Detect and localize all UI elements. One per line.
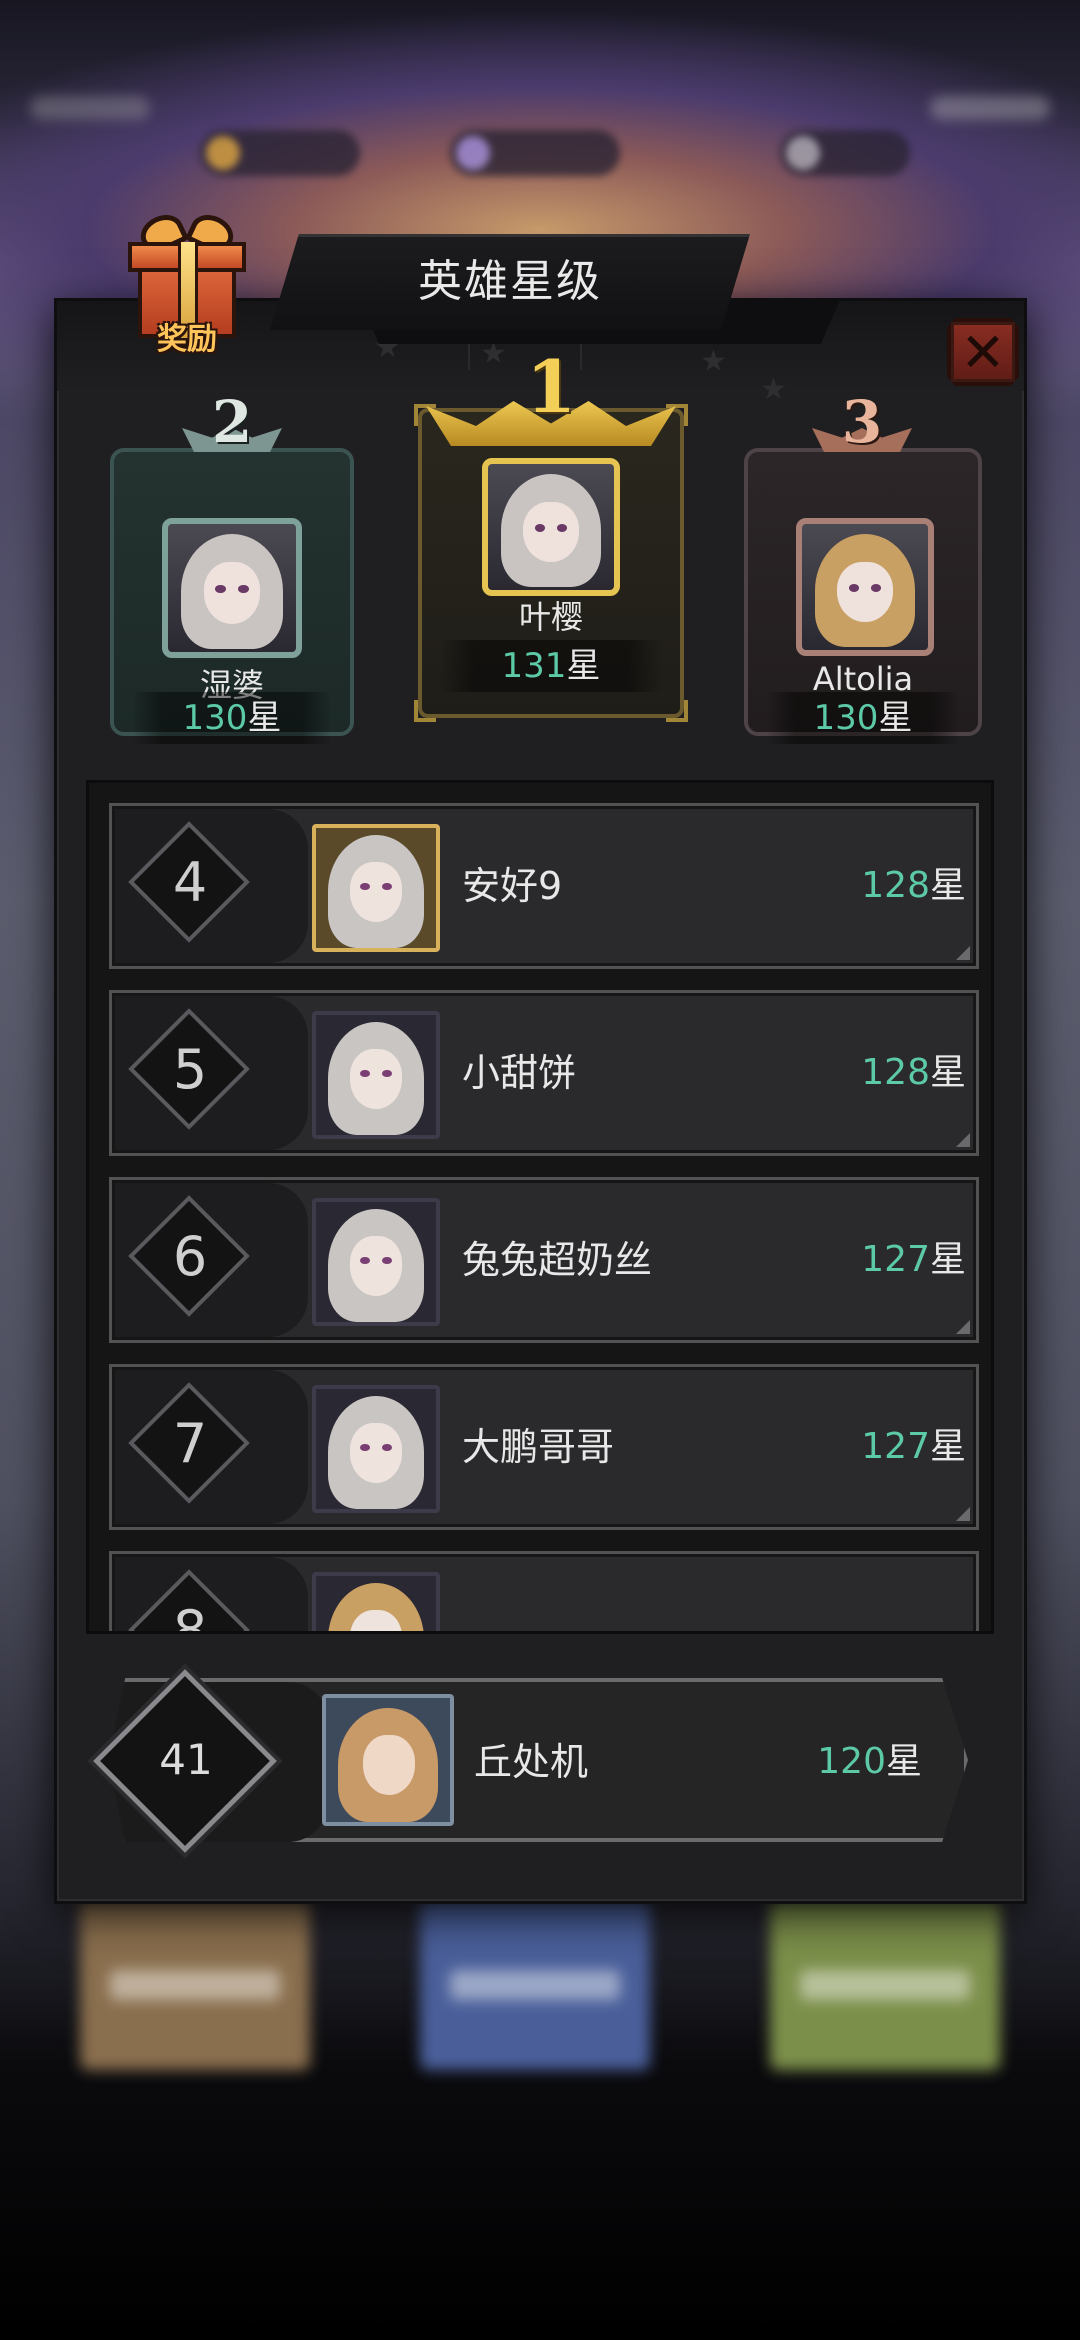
reward-label: 奖励 xyxy=(157,322,217,357)
ranking-row[interactable]: 4 安好9 128星 xyxy=(109,803,979,969)
podium-rank-1[interactable]: 1 叶樱 131星 xyxy=(414,344,688,722)
rank-1-crown-badge: 1 xyxy=(426,344,676,458)
podium-rank-3[interactable]: 3 Altolia 130星 xyxy=(744,388,982,744)
ranking-row[interactable]: 6 兔兔超奶丝 127星 xyxy=(109,1177,979,1343)
star-count: 128星 xyxy=(861,1052,966,1093)
rank-number: 4 xyxy=(172,851,208,914)
my-rank-number: 41 xyxy=(159,1735,213,1784)
rank-2-badge: 2 xyxy=(182,388,282,458)
star-count: 130星 xyxy=(132,692,332,744)
rank-3-badge: 3 xyxy=(812,388,912,458)
rank-number: 5 xyxy=(172,1038,208,1101)
gem-resource xyxy=(450,130,620,176)
star-count: 131星 xyxy=(440,640,662,692)
star-count: 127星 xyxy=(861,1239,966,1280)
ranking-list[interactable]: 4 安好9 128星 5 小甜饼 128星 6 兔兔超奶丝 127星 7 大鹏哥… xyxy=(86,780,994,1634)
dialog-title: 英雄星级 xyxy=(418,256,602,307)
podium-rank-2[interactable]: 2 湿婆 130星 xyxy=(110,388,354,744)
player-name: 安好9 xyxy=(462,864,563,908)
star-count: 128星 xyxy=(861,865,966,906)
player-avatar xyxy=(312,824,440,952)
energy-resource xyxy=(780,130,910,176)
my-avatar xyxy=(322,1694,454,1826)
hero-portrait xyxy=(796,518,934,656)
star-count: 130星 xyxy=(766,692,960,744)
player-name: 大鹏哥哥 xyxy=(462,1425,615,1469)
close-icon: ✕ xyxy=(960,321,1006,384)
my-star-count: 120星 xyxy=(817,1741,922,1782)
player-avatar xyxy=(312,1572,440,1631)
background-cards xyxy=(60,1900,1020,2070)
decor-star-icon: ★ xyxy=(700,344,727,379)
player-avatar xyxy=(312,1198,440,1326)
star-count: 127星 xyxy=(861,1426,966,1467)
my-player-name: 丘处机 xyxy=(474,1740,589,1784)
close-button[interactable]: ✕ xyxy=(947,318,1019,386)
ranking-row[interactable]: 5 小甜饼 128星 xyxy=(109,990,979,1156)
status-bar xyxy=(30,90,1050,130)
player-name: 兔兔超奶丝 xyxy=(462,1238,653,1282)
player-name: 叶樱 xyxy=(518,598,583,636)
gold-resource xyxy=(200,130,360,176)
rank-number: 8 xyxy=(172,1599,208,1634)
ranking-row[interactable]: 7 大鹏哥哥 127星 xyxy=(109,1364,979,1530)
ranking-row-partial[interactable]: 8 xyxy=(109,1551,979,1634)
hero-portrait xyxy=(162,518,302,658)
rank-number: 7 xyxy=(172,1412,208,1475)
player-avatar xyxy=(312,1011,440,1139)
decor-star-icon: ★ xyxy=(760,372,787,407)
player-avatar xyxy=(312,1385,440,1513)
hero-portrait xyxy=(482,458,620,596)
player-name: 小甜饼 xyxy=(462,1051,577,1095)
rank-number: 6 xyxy=(172,1225,208,1288)
reward-button[interactable]: 奖励 xyxy=(116,208,258,362)
